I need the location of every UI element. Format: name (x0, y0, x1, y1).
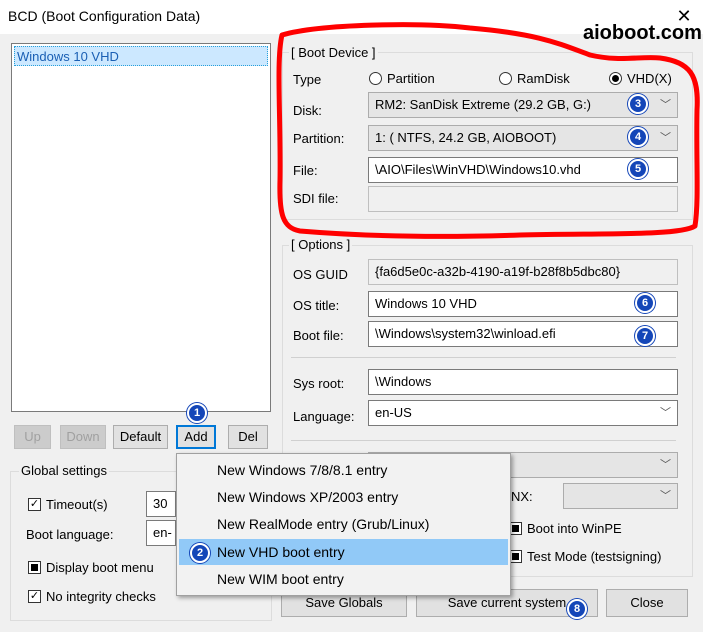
menu-item-new-wim[interactable]: New WIM boot entry (179, 566, 508, 592)
step-badge-5: 5 (628, 159, 648, 179)
step-badge-2: 2 (190, 543, 210, 563)
watermark-text: aioboot.com (583, 22, 702, 44)
step-badge-8: 8 (567, 599, 587, 619)
step-badge-1: 1 (187, 403, 207, 423)
step-badge-4: 4 (628, 127, 648, 147)
menu-item-new-windows-xp[interactable]: New Windows XP/2003 entry (179, 484, 508, 510)
menu-item-new-windows-7[interactable]: New Windows 7/8/8.1 entry (179, 457, 508, 483)
menu-item-new-vhd[interactable]: New VHD boot entry (179, 539, 508, 565)
step-badge-6: 6 (635, 293, 655, 313)
menu-item-new-realmode[interactable]: New RealMode entry (Grub/Linux) (179, 511, 508, 537)
step-badge-7: 7 (635, 326, 655, 346)
add-entry-menu: New Windows 7/8/8.1 entry New Windows XP… (176, 453, 511, 596)
step-badge-3: 3 (628, 94, 648, 114)
